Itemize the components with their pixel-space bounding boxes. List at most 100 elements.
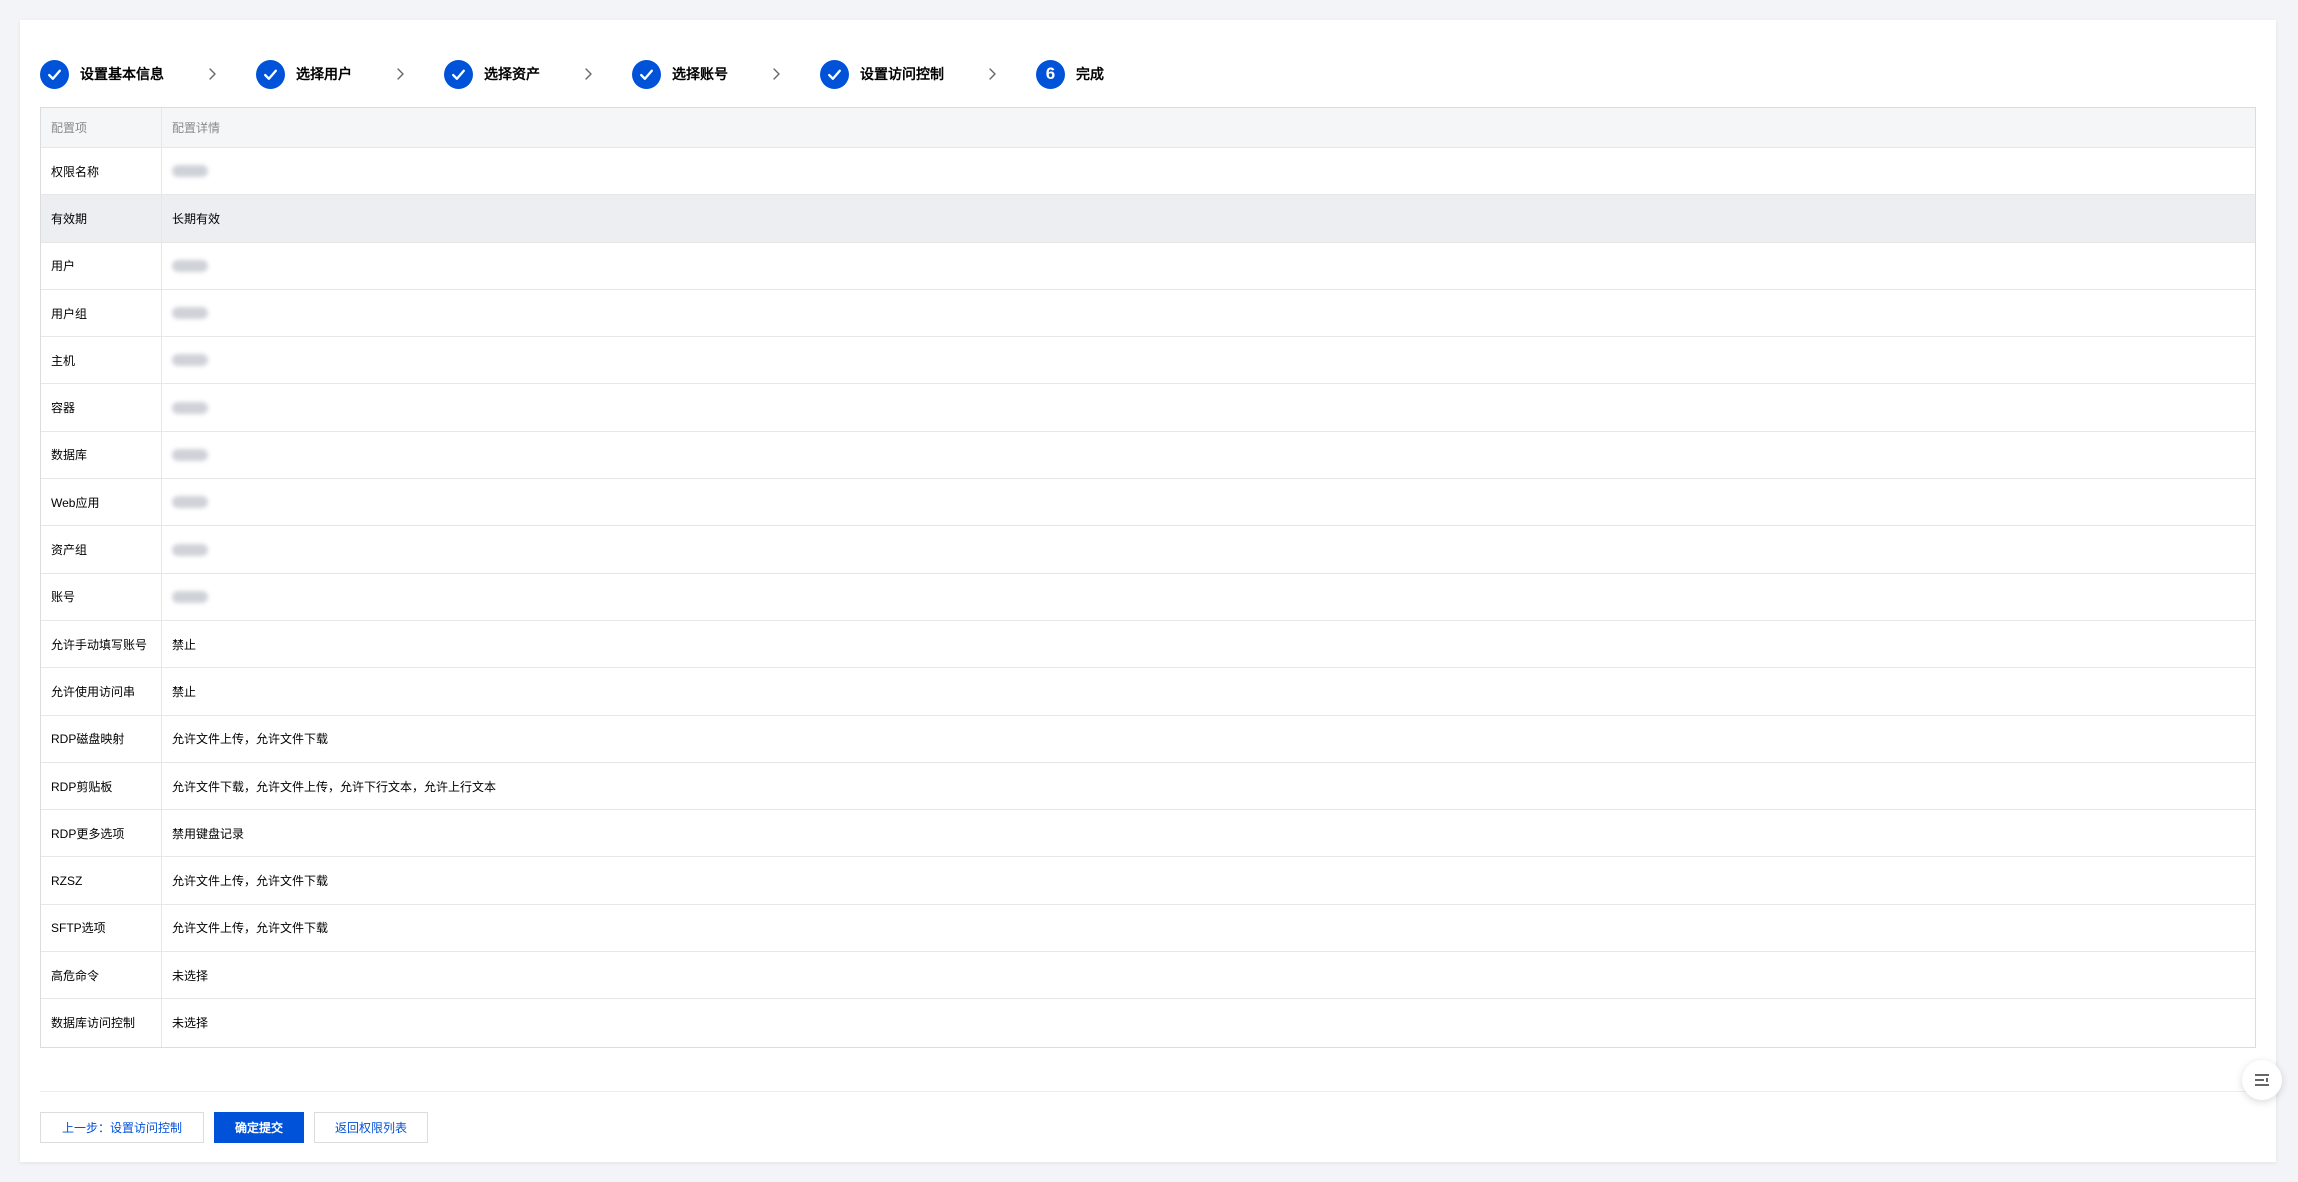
row-value — [162, 479, 2255, 525]
table-row: 资产组 — [41, 526, 2255, 574]
row-value: 未选择 — [172, 968, 209, 983]
chevron-right-icon — [382, 67, 418, 81]
row-value: 禁用键盘记录 — [172, 826, 245, 841]
step-label: 设置访问控制 — [860, 66, 944, 82]
row-key: 资产组 — [41, 526, 162, 573]
row-value — [162, 148, 2255, 194]
table-row: RDP剪贴板 允许文件下载，允许文件上传，允许下行文本，允许上行文本 — [41, 762, 2255, 811]
row-value — [162, 432, 2255, 478]
redacted-value — [172, 401, 208, 414]
row-key: 账号 — [41, 573, 162, 620]
redacted-value — [172, 543, 208, 556]
chevron-right-icon — [194, 67, 230, 81]
row-value: 禁止 — [172, 637, 197, 652]
header-key: 配置项 — [41, 108, 162, 147]
row-value: 禁止 — [172, 684, 197, 699]
row-value: 未选择 — [172, 1016, 209, 1031]
action-bar: 上一步：设置访问控制 确定提交 返回权限列表 — [40, 1112, 428, 1143]
row-value — [162, 526, 2255, 572]
row-key: 容器 — [41, 384, 162, 431]
row-value — [162, 574, 2255, 620]
row-key: 数据库 — [41, 431, 162, 479]
table-row: 权限名称 — [41, 148, 2255, 196]
row-key: Web应用 — [41, 479, 162, 526]
row-value: 长期有效 — [172, 211, 221, 226]
check-icon — [820, 59, 849, 89]
header-value: 配置详情 — [172, 121, 221, 135]
row-value — [162, 290, 2255, 336]
table-row: 容器 — [41, 384, 2255, 432]
row-value: 允许文件上传，允许文件下载 — [172, 874, 329, 889]
table-row: RZSZ 允许文件上传，允许文件下载 — [41, 857, 2255, 905]
step-label: 完成 — [1076, 66, 1104, 82]
row-key: 数据库访问控制 — [41, 999, 162, 1047]
table-row: 有效期 长期有效 — [41, 195, 2255, 243]
back-to-list-button[interactable]: 返回权限列表 — [314, 1112, 428, 1143]
step-item: 选择资产 — [444, 59, 540, 89]
row-key: RZSZ — [41, 857, 162, 904]
submit-button[interactable]: 确定提交 — [214, 1112, 304, 1143]
check-icon — [632, 59, 661, 89]
row-key: 主机 — [41, 337, 162, 384]
redacted-value — [172, 165, 208, 178]
table-row: Web应用 — [41, 479, 2255, 527]
table-row: RDP更多选项 禁用键盘记录 — [41, 810, 2255, 858]
row-key: RDP磁盘映射 — [41, 715, 162, 762]
redacted-value — [172, 307, 208, 320]
step-item: 选择账号 — [632, 59, 728, 89]
row-value: 允许文件下载，允许文件上传，允许下行文本，允许上行文本 — [172, 779, 497, 794]
chevron-right-icon — [758, 67, 794, 81]
row-key: 高危命令 — [41, 952, 162, 999]
table-row: 主机 — [41, 337, 2255, 385]
list-settings-icon[interactable] — [2242, 1060, 2282, 1100]
config-table: 配置项 配置详情 权限名称 有效期 长期有效 用户 用户组 主机 容器 数据库 Web应用 资产组… — [40, 107, 2256, 1048]
step-item: 6 完成 — [1036, 59, 1104, 89]
step-item: 设置访问控制 — [820, 59, 944, 89]
table-header-row: 配置项 配置详情 — [41, 108, 2255, 148]
redacted-value — [172, 448, 208, 461]
row-key: 用户 — [41, 242, 162, 289]
table-row: SFTP选项 允许文件上传，允许文件下载 — [41, 904, 2255, 953]
row-value — [162, 384, 2255, 430]
table-row: RDP磁盘映射 允许文件上传，允许文件下载 — [41, 715, 2255, 763]
row-key: 有效期 — [41, 195, 162, 242]
step-label: 设置基本信息 — [80, 66, 164, 82]
chevron-right-icon — [570, 67, 606, 81]
row-key: 权限名称 — [41, 148, 162, 195]
prev-step-button[interactable]: 上一步：设置访问控制 — [40, 1112, 204, 1143]
row-key: RDP剪贴板 — [41, 762, 162, 810]
step-label: 选择用户 — [296, 66, 352, 82]
table-row: 用户 — [41, 242, 2255, 290]
chevron-right-icon — [974, 67, 1010, 81]
row-key: 允许手动填写账号 — [41, 620, 162, 668]
table-row: 账号 — [41, 573, 2255, 621]
redacted-value — [172, 259, 208, 272]
table-row: 数据库访问控制 未选择 — [41, 999, 2255, 1047]
row-value: 允许文件上传，允许文件下载 — [172, 921, 329, 936]
check-icon — [256, 59, 285, 89]
footer-divider — [40, 1091, 2256, 1092]
table-row: 用户组 — [41, 289, 2255, 338]
row-key: SFTP选项 — [41, 904, 162, 952]
check-icon — [40, 59, 69, 89]
row-key: 允许使用访问串 — [41, 668, 162, 715]
row-key: RDP更多选项 — [41, 810, 162, 857]
step-label: 选择资产 — [484, 66, 540, 82]
step-item: 选择用户 — [256, 59, 352, 89]
step-item: 设置基本信息 — [40, 59, 164, 89]
table-row: 允许手动填写账号 禁止 — [41, 620, 2255, 669]
table-row: 允许使用访问串 禁止 — [41, 668, 2255, 716]
table-row: 高危命令 未选择 — [41, 952, 2255, 1000]
redacted-value — [172, 496, 208, 509]
row-value — [162, 243, 2255, 289]
redacted-value — [172, 590, 208, 603]
table-row: 数据库 — [41, 431, 2255, 480]
check-icon — [444, 59, 473, 89]
page-card: 设置基本信息 选择用户 选择资产 选择账号 设置访问控制 6 完成 配置项 配置详情 权限名… — [20, 20, 2276, 1162]
row-value — [162, 337, 2255, 383]
steps-bar: 设置基本信息 选择用户 选择资产 选择账号 设置访问控制 6 完成 — [40, 40, 1104, 108]
row-key: 用户组 — [41, 289, 162, 337]
step-number: 6 — [1036, 59, 1065, 89]
redacted-value — [172, 354, 208, 367]
step-label: 选择账号 — [672, 66, 728, 82]
